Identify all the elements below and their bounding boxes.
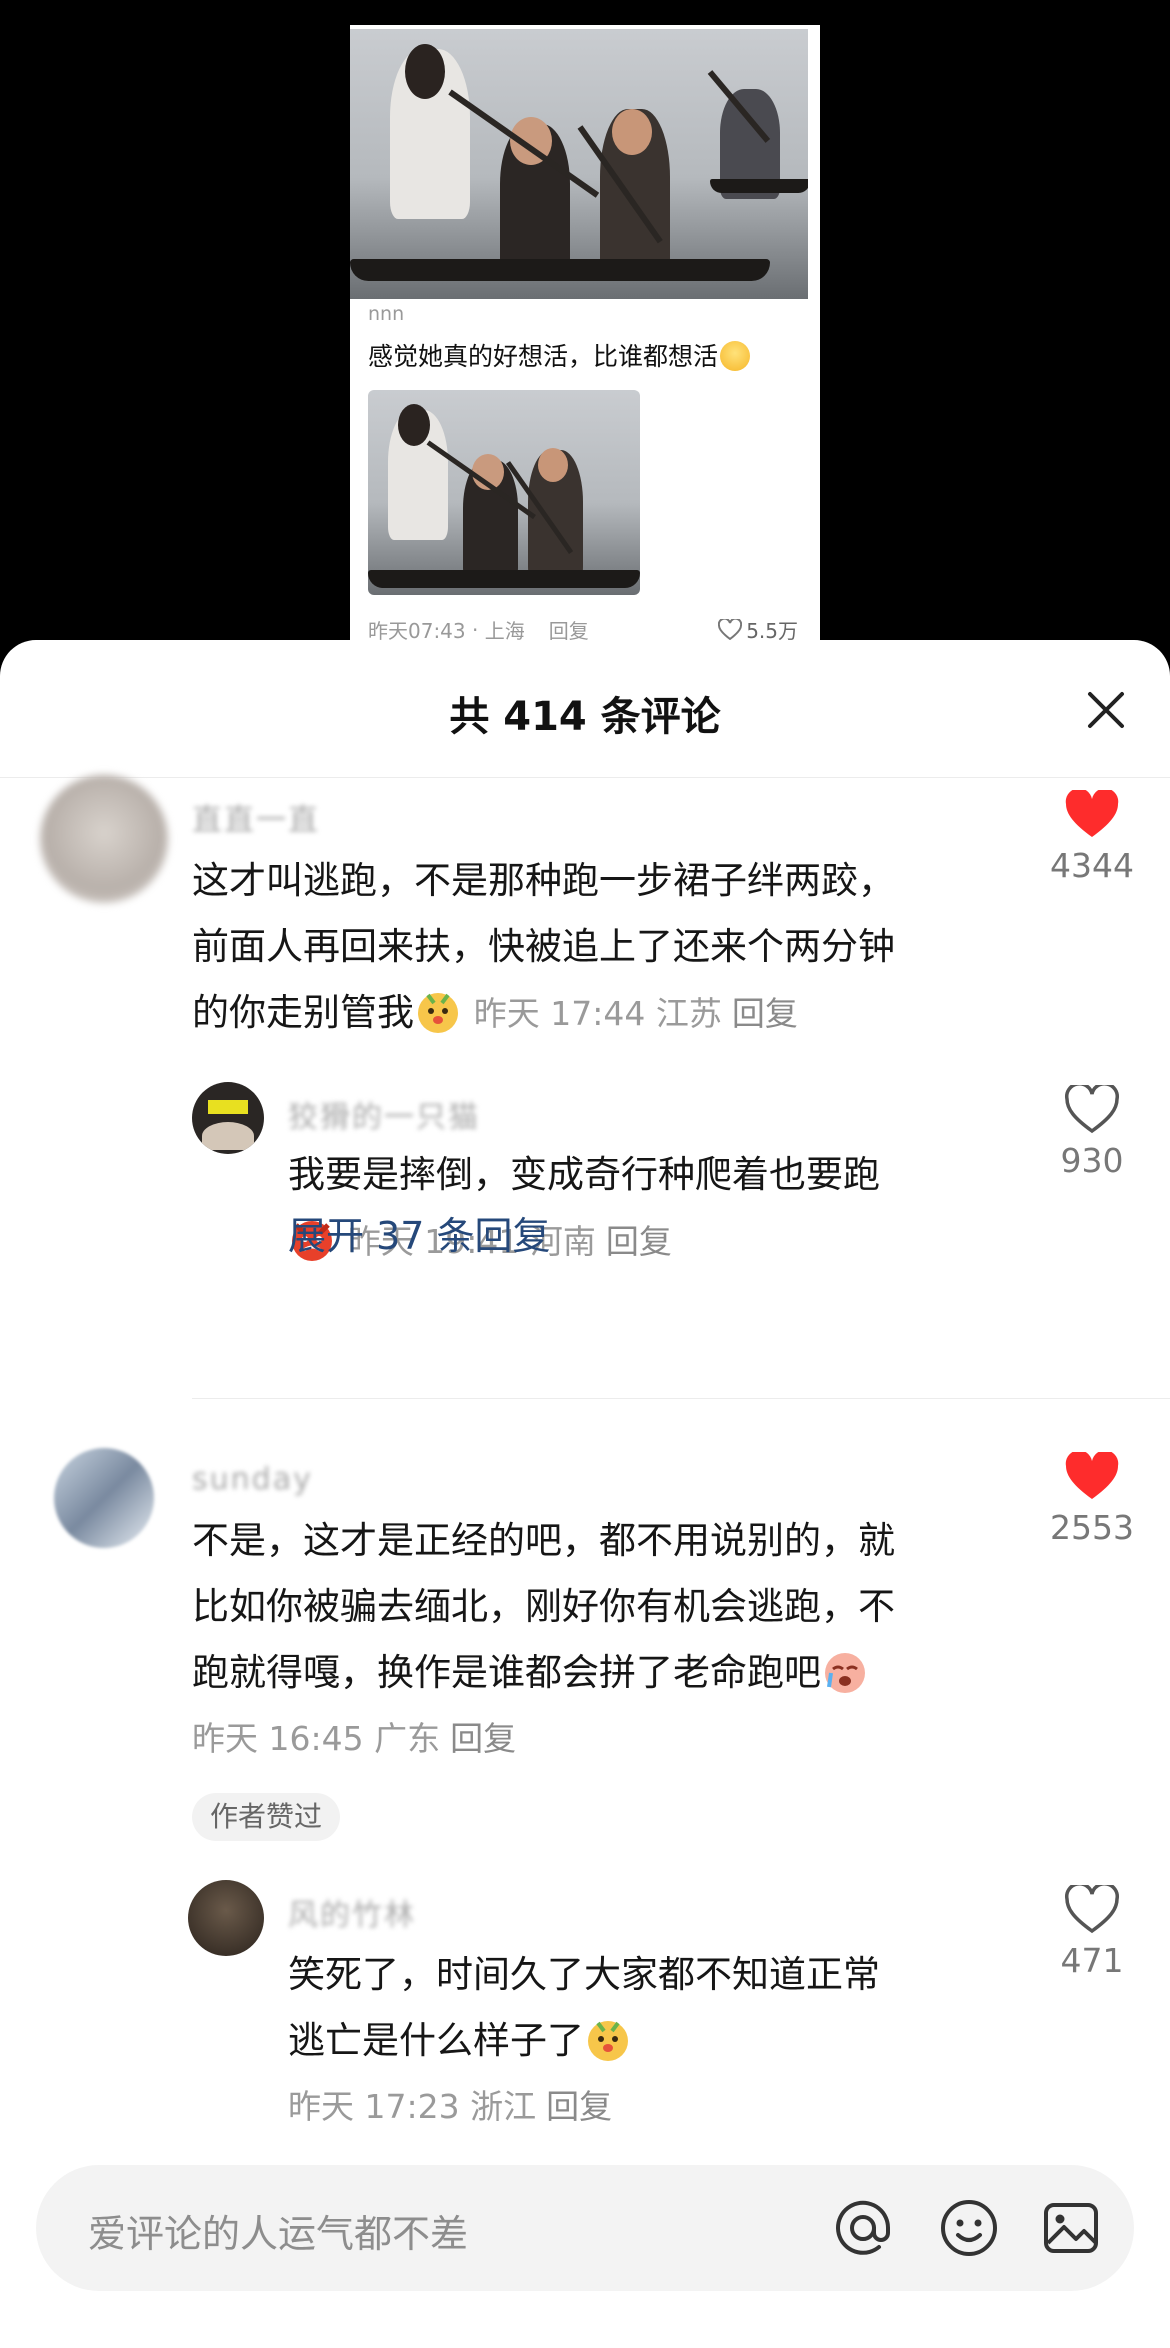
reply-button[interactable]: 回复 <box>732 994 798 1033</box>
comment-text: 不是，这才是正经的吧，都不用说别的，就 比如你被骗去缅北，刚好你有机会逃跑，不 … <box>192 1508 1032 1772</box>
comment-username[interactable]: 狡猾的一只猫 <box>288 1092 480 1136</box>
like-button[interactable]: 471 <box>1032 1885 1152 1980</box>
mention-button[interactable] <box>828 2193 898 2263</box>
reply-text-content: 感觉她真的好想活，比谁都想活 <box>368 342 719 371</box>
like-count: 2553 <box>1050 1508 1134 1547</box>
avatar[interactable] <box>40 775 168 903</box>
avatar[interactable] <box>188 1880 264 1956</box>
comment-input-bar[interactable]: 爱评论的人运气都不差 <box>36 2165 1134 2291</box>
comment-username[interactable]: 直直一直 <box>192 795 320 839</box>
like-button[interactable]: 4344 <box>1032 790 1152 885</box>
comment-text: 笑死了，时间久了大家都不知道正常 逃亡是什么样子了 昨天 17:23 浙江 回复 <box>288 1942 1028 2140</box>
comment-time: 昨天 17:44 <box>473 994 646 1033</box>
comment-line: 跑就得嘎，换作是谁都会拼了老命跑吧 <box>192 1651 821 1694</box>
like-button[interactable]: 930 <box>1032 1085 1152 1180</box>
reply-button[interactable]: 回复 <box>546 2087 612 2126</box>
heart-outline-icon <box>1065 1085 1119 1134</box>
comment-time: 昨天 17:23 <box>288 2087 460 2126</box>
reply-username: nnn <box>368 303 405 325</box>
comment-line-last: 跑就得嘎，换作是谁都会拼了老命跑吧 <box>192 1640 1032 1706</box>
emoji-button[interactable] <box>934 2193 1004 2263</box>
comment-divider <box>192 1398 1170 1399</box>
avatar[interactable] <box>192 1082 264 1154</box>
comment-username[interactable]: sunday <box>192 1462 313 1497</box>
comment-line: 我要是摔倒，变成奇行种爬着也要跑 <box>288 1153 880 1196</box>
movie-still-small[interactable] <box>368 390 640 595</box>
comment-meta: 昨天 17:23 浙江 回复 <box>288 2074 1028 2140</box>
heart-filled-icon <box>1065 790 1119 837</box>
sheet-header: 共 414 条评论 <box>0 640 1170 778</box>
comment-line: 不是，这才是正经的吧，都不用说别的，就 <box>192 1519 895 1562</box>
image-button[interactable] <box>1036 2193 1106 2263</box>
expand-replies-button[interactable]: 展开 37 条回复 <box>288 1205 551 1260</box>
reply-text: 感觉她真的好想活，比谁都想活 <box>368 337 751 373</box>
dog-emoji-icon <box>418 993 458 1033</box>
reply-button[interactable]: 回复 <box>606 1222 672 1261</box>
heart-filled-icon <box>1065 1452 1119 1499</box>
image-icon <box>1044 2203 1098 2253</box>
close-icon <box>1088 692 1124 728</box>
movie-still-large <box>350 29 808 299</box>
emoji-icon <box>941 2200 997 2256</box>
close-button[interactable] <box>1078 682 1134 738</box>
like-button[interactable]: 2553 <box>1032 1452 1152 1547</box>
heart-outline-icon <box>718 618 743 640</box>
at-icon <box>836 2200 891 2255</box>
comment-line-last: 逃亡是什么样子了 <box>288 2008 1028 2074</box>
avatar[interactable] <box>54 1448 154 1548</box>
comment-text: 这才叫逃跑，不是那种跑一步裙子绊两跤， 前面人再回来扶，快被追上了还来个两分钟 … <box>192 848 1032 1047</box>
reply-button[interactable]: 回复 <box>450 1719 516 1758</box>
crying-emoji-icon <box>825 1653 865 1693</box>
comment-meta: 昨天 16:45 广东 回复 <box>192 1706 1032 1772</box>
comment-line-last: 的你走别管我 昨天 17:44 江苏 回复 <box>192 980 1032 1047</box>
comment-line: 前面人再回来扶，快被追上了还来个两分钟 <box>192 925 895 968</box>
video-preview[interactable]: nnn 感觉她真的好想活，比谁都想活 昨天07:43 · 上海 回复 5.5万 <box>350 25 820 655</box>
like-count: 930 <box>1060 1141 1124 1180</box>
comment-time: 昨天 16:45 <box>192 1719 364 1758</box>
like-count: 471 <box>1060 1941 1124 1980</box>
comment-input[interactable]: 爱评论的人运气都不差 <box>88 2203 468 2258</box>
comment-location: 江苏 <box>655 994 722 1033</box>
comment-count-title: 共 414 条评论 <box>449 694 721 740</box>
author-liked-badge: 作者赞过 <box>192 1793 341 1841</box>
laugh-cry-emoji-icon <box>720 341 751 371</box>
comment-line: 的你走别管我 <box>192 991 414 1034</box>
like-count: 4344 <box>1050 846 1134 885</box>
comment-line: 比如你被骗去缅北，刚好你有机会逃跑，不 <box>192 1585 895 1628</box>
comment-line: 这才叫逃跑，不是那种跑一步裙子绊两跤， <box>192 859 895 902</box>
dog-emoji-icon <box>588 2021 628 2061</box>
comment-line: 逃亡是什么样子了 <box>288 2019 584 2062</box>
comment-location: 广东 <box>374 1719 441 1758</box>
comment-username[interactable]: 风的竹林 <box>288 1890 416 1934</box>
heart-outline-icon <box>1065 1885 1119 1934</box>
comment-location: 浙江 <box>470 2087 537 2126</box>
comment-line: 笑死了，时间久了大家都不知道正常 <box>288 1953 880 1996</box>
